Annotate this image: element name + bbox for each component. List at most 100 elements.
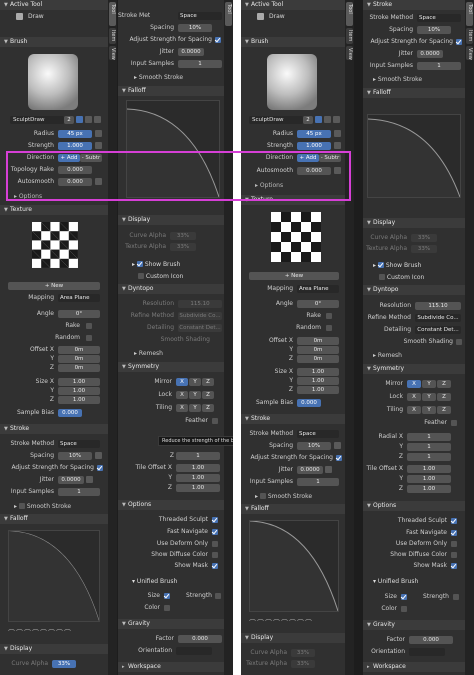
smooth-stroke-subpanel[interactable]: ▸ Smooth Stroke <box>255 492 312 500</box>
texture-alpha-field[interactable]: 33% <box>411 245 437 253</box>
gravity-factor-field[interactable]: 0.000 <box>178 635 222 643</box>
mirror-z-toggle[interactable]: Z <box>437 380 451 388</box>
falloff-curve-editor[interactable] <box>8 530 100 622</box>
deform-only-checkbox[interactable] <box>212 541 218 547</box>
offset-x-field[interactable]: 0m <box>58 346 100 354</box>
texture-alpha-field[interactable]: 33% <box>170 243 196 251</box>
tab-view[interactable]: View <box>346 46 353 60</box>
unified-strength-checkbox[interactable] <box>215 593 221 599</box>
smooth-stroke-subpanel[interactable]: ▸ Smooth Stroke <box>14 502 71 510</box>
feather-checkbox[interactable] <box>212 418 218 424</box>
mapping-dropdown[interactable]: Area Plane <box>297 285 339 293</box>
tiling-x-toggle[interactable]: X <box>407 406 421 414</box>
size-x-field[interactable]: 1.00 <box>297 368 339 376</box>
detailing-dropdown[interactable]: Constant Det... <box>178 324 222 332</box>
tile-offset-y-field[interactable]: 1.00 <box>407 475 451 483</box>
tile-offset-z-field[interactable]: 1.00 <box>407 485 451 493</box>
display-header[interactable]: ▼ Display <box>0 644 108 654</box>
tiling-y-toggle[interactable]: Y <box>189 404 201 412</box>
mapping-dropdown[interactable]: Area Plane <box>58 294 100 302</box>
jitter-field[interactable]: 0.0000 <box>58 476 84 484</box>
active-tool-header[interactable]: ▼ Active Tool <box>0 0 108 10</box>
offset-z-field[interactable]: 0m <box>58 364 100 372</box>
jitter-field[interactable]: 0.0000 <box>417 50 443 58</box>
smooth-stroke-checkbox[interactable] <box>259 493 266 499</box>
gravity-header[interactable]: ▼ Gravity <box>363 620 465 630</box>
deform-only-checkbox[interactable] <box>451 541 457 547</box>
tab-item[interactable]: Item <box>346 28 353 44</box>
mirror-y-toggle[interactable]: Y <box>422 380 436 388</box>
texture-new-button[interactable]: + New <box>8 282 100 290</box>
falloff-presets[interactable]: ⌒⌒⌒⌒⌒⌒⌒⌒ <box>8 628 72 638</box>
offset-x-field[interactable]: 0m <box>297 337 339 345</box>
falloff-curve-editor[interactable] <box>249 520 339 612</box>
gravity-factor-field[interactable]: 0.000 <box>409 636 453 644</box>
show-mask-checkbox[interactable] <box>212 563 218 569</box>
brush-preview[interactable] <box>267 54 317 110</box>
close-icon[interactable] <box>94 116 101 123</box>
jitter-field[interactable]: 0.0000 <box>297 466 323 474</box>
rake-checkbox[interactable] <box>326 313 332 319</box>
texture-header[interactable]: ▼ Texture <box>0 205 108 215</box>
size-z-field[interactable]: 1.00 <box>297 386 339 394</box>
size-z-field[interactable]: 1.00 <box>58 396 100 404</box>
input-samples-field[interactable]: 1 <box>417 62 461 70</box>
refine-method-dropdown[interactable]: Subdivide Co... <box>415 314 461 322</box>
smooth-shading-checkbox[interactable] <box>456 339 462 345</box>
tab-tool[interactable]: Tool <box>225 2 232 26</box>
pressure-icon[interactable] <box>95 130 102 137</box>
resolution-field[interactable]: 115.10 <box>178 300 222 308</box>
unified-brush-subpanel[interactable]: ▾ Unified Brush <box>132 578 177 585</box>
diffuse-color-checkbox[interactable] <box>212 552 218 558</box>
radial-z-field[interactable]: 1 <box>176 452 220 460</box>
active-tool-header[interactable]: ▼ Active Tool <box>241 0 345 10</box>
lock-y-toggle[interactable]: Y <box>189 391 201 399</box>
unified-strength-checkbox[interactable] <box>453 594 459 600</box>
brush-users[interactable]: 2 <box>64 116 74 124</box>
falloff-header[interactable]: ▼ Falloff <box>0 514 108 524</box>
close-icon[interactable] <box>333 116 340 123</box>
tab-item[interactable]: Item <box>109 28 116 44</box>
unified-brush-subpanel[interactable]: ▾ Unified Brush <box>373 578 418 585</box>
adjust-strength-checkbox[interactable] <box>97 465 103 471</box>
lock-x-toggle[interactable]: X <box>176 391 188 399</box>
strength-field[interactable]: 1.000 <box>58 142 92 150</box>
mirror-x-toggle[interactable]: X <box>176 378 188 386</box>
input-samples-field[interactable]: 1 <box>178 60 222 68</box>
falloff-presets[interactable]: ⌒⌒⌒⌒⌒⌒⌒⌒ <box>249 618 313 628</box>
falloff-header[interactable]: ▼ Falloff <box>241 504 345 514</box>
unified-size-checkbox[interactable] <box>401 594 407 600</box>
brush-name-field[interactable]: SculptDraw <box>249 116 303 124</box>
display-header[interactable]: ▼ Display <box>241 633 345 643</box>
texture-new-button[interactable]: + New <box>249 272 339 280</box>
symmetry-header[interactable]: ▼ Symmetry <box>363 364 465 374</box>
brush-users[interactable]: 2 <box>303 116 313 124</box>
rake-checkbox[interactable] <box>86 323 92 329</box>
fake-user-icon[interactable] <box>76 116 83 123</box>
stroke-method-dropdown[interactable]: Space <box>58 440 100 448</box>
fast-navigate-checkbox[interactable] <box>451 530 457 536</box>
offset-z-field[interactable]: 0m <box>297 355 339 363</box>
brush-name-field[interactable]: SculptDraw <box>10 116 64 124</box>
orientation-field[interactable] <box>176 647 212 655</box>
dyntopo-header[interactable]: ▼ Dyntopo <box>363 285 465 295</box>
refine-method-dropdown[interactable]: Subdivide Co... <box>178 312 222 320</box>
duplicate-icon[interactable] <box>324 116 331 123</box>
size-y-field[interactable]: 1.00 <box>58 387 100 395</box>
offset-y-field[interactable]: 0m <box>297 346 339 354</box>
radius-field[interactable]: 45 px <box>58 130 92 138</box>
radial-x-field[interactable]: 1 <box>407 433 451 441</box>
texture-preview[interactable] <box>32 222 78 268</box>
strength-field[interactable]: 1.000 <box>297 142 331 150</box>
options-header[interactable]: ▼ Options <box>363 501 465 511</box>
curve-alpha-field[interactable]: 33% <box>411 234 437 242</box>
lock-z-toggle[interactable]: Z <box>437 393 451 401</box>
tile-offset-x-field[interactable]: 1.00 <box>176 464 220 472</box>
dyntopo-header[interactable]: ▼ Dyntopo <box>118 284 224 294</box>
random-checkbox[interactable] <box>326 325 332 331</box>
detailing-dropdown[interactable]: Constant Det... <box>415 326 461 334</box>
spacing-field[interactable]: 10% <box>417 26 451 34</box>
stroke-header[interactable]: ▼ Stroke <box>0 424 108 434</box>
falloff-header[interactable]: ▼ Falloff <box>118 86 224 96</box>
spacing-field[interactable]: 10% <box>297 442 331 450</box>
